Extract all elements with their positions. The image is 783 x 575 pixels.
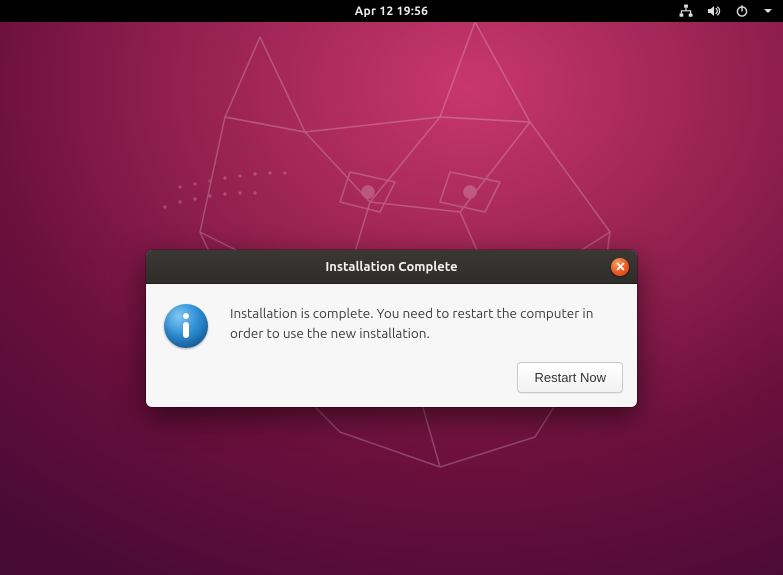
chevron-down-icon[interactable] (763, 6, 773, 16)
network-icon[interactable] (679, 4, 693, 18)
dialog-message: Installation is complete. You need to re… (230, 302, 615, 348)
power-icon[interactable] (735, 4, 749, 18)
system-tray (679, 0, 773, 22)
dialog-actions: Restart Now (146, 354, 637, 407)
info-icon (164, 304, 208, 348)
installation-complete-dialog: Installation Complete Installation is co… (146, 250, 637, 407)
restart-now-button[interactable]: Restart Now (517, 362, 623, 393)
topbar: Apr 12 19:56 (0, 0, 783, 22)
volume-icon[interactable] (707, 4, 721, 18)
clock[interactable]: Apr 12 19:56 (355, 5, 428, 18)
close-button[interactable] (611, 258, 629, 276)
close-icon (616, 262, 625, 271)
dialog-titlebar: Installation Complete (146, 250, 637, 284)
dialog-body: Installation is complete. You need to re… (146, 284, 637, 354)
dialog-title: Installation Complete (325, 260, 457, 274)
